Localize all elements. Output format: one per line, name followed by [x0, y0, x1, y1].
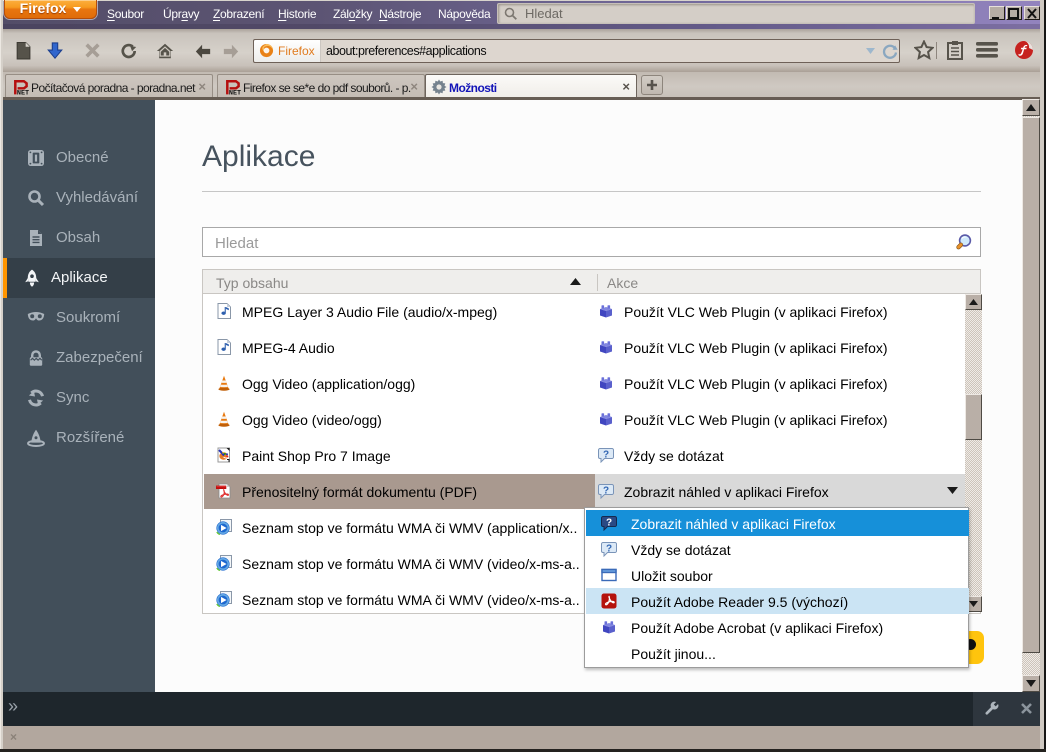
- svg-text:?: ?: [606, 518, 612, 529]
- svg-text:?: ?: [603, 450, 609, 461]
- svg-text:?: ?: [606, 544, 612, 555]
- svg-text:NET: NET: [17, 89, 29, 95]
- svg-text:NET: NET: [229, 89, 241, 95]
- svg-text:?: ?: [603, 486, 609, 497]
